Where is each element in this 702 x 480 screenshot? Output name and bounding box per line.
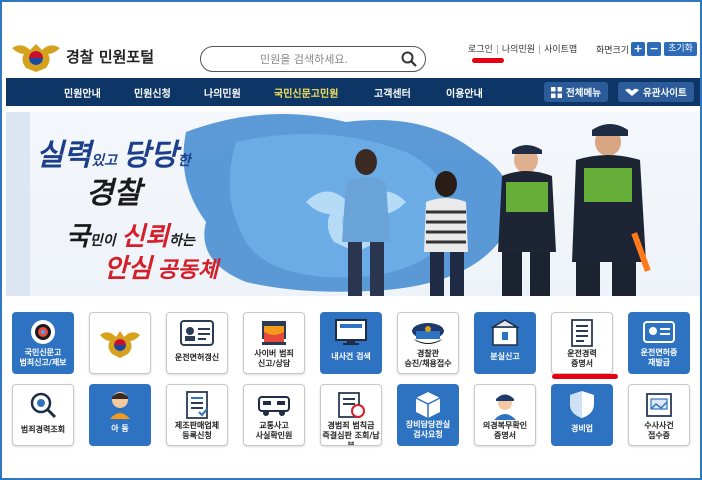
- slogan-line-2: 경찰: [86, 176, 142, 211]
- conscript-officer-icon: [475, 389, 535, 421]
- slogan-line-4: 안심 공동체: [104, 254, 219, 284]
- service-tile-label: 분실신고: [490, 352, 520, 361]
- service-tile[interactable]: 운전면허증 재발급: [628, 312, 690, 374]
- service-tile[interactable]: 장비담당관실 검사요청: [397, 384, 459, 446]
- service-tile-label: 사이버 범죄 신고/상담: [254, 349, 294, 368]
- hero-banner[interactable]: 실력있고 당당한 경찰 국민이 신뢰하는 안심 공동체: [6, 112, 700, 296]
- monitor-search-icon: [320, 316, 382, 348]
- service-tile-label: 경범죄 범칙금 즉결심판 조회/납부: [322, 421, 380, 446]
- service-tile[interactable]: 의경복무확인 증명서: [474, 384, 536, 446]
- service-tile[interactable]: 제조판매업체 등록신청: [166, 384, 228, 446]
- browser-frame: 경찰 민원포털 로그인|나의민원|사이트맵 화면크기 + − 초기화 민원안내 …: [0, 0, 702, 480]
- all-menu-button[interactable]: 전체메뉴: [544, 82, 608, 102]
- police-emblem-icon: [90, 327, 150, 359]
- nav-item-sinmungo[interactable]: 국민신문고민원: [274, 85, 338, 100]
- service-tile-label: 경찰관 승진/채용접수: [404, 349, 452, 368]
- sitemap-link[interactable]: 사이트맵: [544, 45, 577, 55]
- cyber-shield-icon: [244, 317, 304, 349]
- nav-item-usage-guide[interactable]: 이용안내: [446, 85, 483, 100]
- menu-grid-icon: [551, 86, 562, 98]
- service-tile-label: 경비업: [570, 424, 594, 433]
- main-navigation: 민원안내 민원신청 나의민원 국민신문고민원 고객센터 이용안내 전체메뉴 유관…: [6, 78, 700, 106]
- login-link[interactable]: 로그인: [468, 45, 493, 55]
- nav-item-guide[interactable]: 민원안내: [64, 85, 101, 100]
- search-box: [200, 46, 426, 72]
- car-accident-icon: [244, 389, 304, 421]
- separator: |: [538, 45, 542, 55]
- megaphone-icon: [12, 316, 74, 348]
- service-tile[interactable]: 경범죄 범칙금 즉결심판 조회/납부: [320, 384, 382, 446]
- all-menu-label: 전체메뉴: [566, 88, 601, 99]
- service-tile-label: 범죄경력조회: [20, 425, 66, 434]
- header: 경찰 민원포털 로그인|나의민원|사이트맵 화면크기 + − 초기화: [6, 32, 700, 76]
- search-input[interactable]: [219, 50, 389, 68]
- related-sites-button[interactable]: 유관사이트: [618, 82, 694, 102]
- service-tile-label: 국민신문고 범죄신고/제보: [19, 348, 67, 367]
- service-tile-label: 제조판매업체 등록신청: [174, 421, 220, 440]
- document-scroll-icon: [552, 317, 612, 349]
- service-tile[interactable]: 경찰관 승진/채용접수: [397, 312, 459, 374]
- zoom-in-button[interactable]: +: [631, 42, 646, 56]
- police-cap-icon: [398, 317, 458, 349]
- service-tile[interactable]: 사이버 범죄 신고/상담: [243, 312, 305, 374]
- license-card-icon: [167, 317, 227, 349]
- eagle-small-icon: [625, 88, 639, 96]
- service-tile-label: 내사건 검색: [331, 352, 371, 361]
- service-tile-label: 운전면허증 재발급: [640, 348, 678, 367]
- registration-form-icon: [167, 389, 227, 421]
- related-sites-label: 유관사이트: [643, 88, 687, 99]
- lost-box-icon: [474, 316, 536, 348]
- zoom-reset-button[interactable]: 초기화: [664, 42, 697, 56]
- service-tile[interactable]: 경비업: [551, 384, 613, 446]
- child-icon: [89, 388, 151, 420]
- search-icon[interactable]: [401, 51, 417, 67]
- service-tile-label: 장비담당관실 검사요청: [405, 420, 451, 439]
- police-logo-icon[interactable]: [10, 38, 62, 74]
- zoom-out-button[interactable]: −: [647, 42, 662, 56]
- tile-highlight-underline: [552, 374, 618, 379]
- magnifier-record-icon: [13, 389, 73, 421]
- equipment-box-icon: [397, 388, 459, 420]
- service-tile[interactable]: [89, 312, 151, 374]
- nav-item-my-complaints[interactable]: 나의민원: [204, 85, 241, 100]
- site-title[interactable]: 경찰 민원포털: [66, 46, 154, 67]
- login-highlight-underline: [472, 58, 504, 63]
- service-tile-label: 수사사건 접수증: [644, 421, 674, 440]
- zoom-controls: 화면크기 + − 초기화: [596, 40, 697, 58]
- utility-links: 로그인 | 나의민원 | 사이트맵: [468, 42, 577, 55]
- separator: |: [495, 45, 499, 55]
- service-tile-label: 운전면허갱신: [174, 353, 220, 362]
- service-tile[interactable]: 수사사건 접수증: [628, 384, 690, 446]
- service-tile-label: 운전경력 증명서: [567, 349, 597, 368]
- service-tile[interactable]: 분실신고: [474, 312, 536, 374]
- service-tile[interactable]: 교통사고 사실확인원: [243, 384, 305, 446]
- service-tile[interactable]: 국민신문고 범죄신고/제보: [12, 312, 74, 374]
- service-tile[interactable]: 내사건 검색: [320, 312, 382, 374]
- nav-item-customer-center[interactable]: 고객센터: [374, 85, 411, 100]
- zoom-label: 화면크기: [596, 45, 630, 56]
- service-tile[interactable]: 범죄경력조회: [12, 384, 74, 446]
- service-tile[interactable]: 아 동: [89, 384, 151, 446]
- service-tile[interactable]: 운전경력 증명서: [551, 312, 613, 374]
- service-tile-label: 의경복무확인 증명서: [482, 421, 528, 440]
- my-complaints-link[interactable]: 나의민원: [502, 45, 535, 55]
- fine-notice-icon: [321, 389, 381, 421]
- service-tile[interactable]: 운전면허갱신: [166, 312, 228, 374]
- security-shield-icon: [551, 388, 613, 420]
- nav-item-apply[interactable]: 민원신청: [134, 85, 171, 100]
- license-reissue-icon: [628, 316, 690, 348]
- service-tile-label: 교통사고 사실확인원: [255, 421, 293, 440]
- service-tile-label: 아 동: [111, 424, 129, 433]
- receipt-frame-icon: [629, 389, 689, 421]
